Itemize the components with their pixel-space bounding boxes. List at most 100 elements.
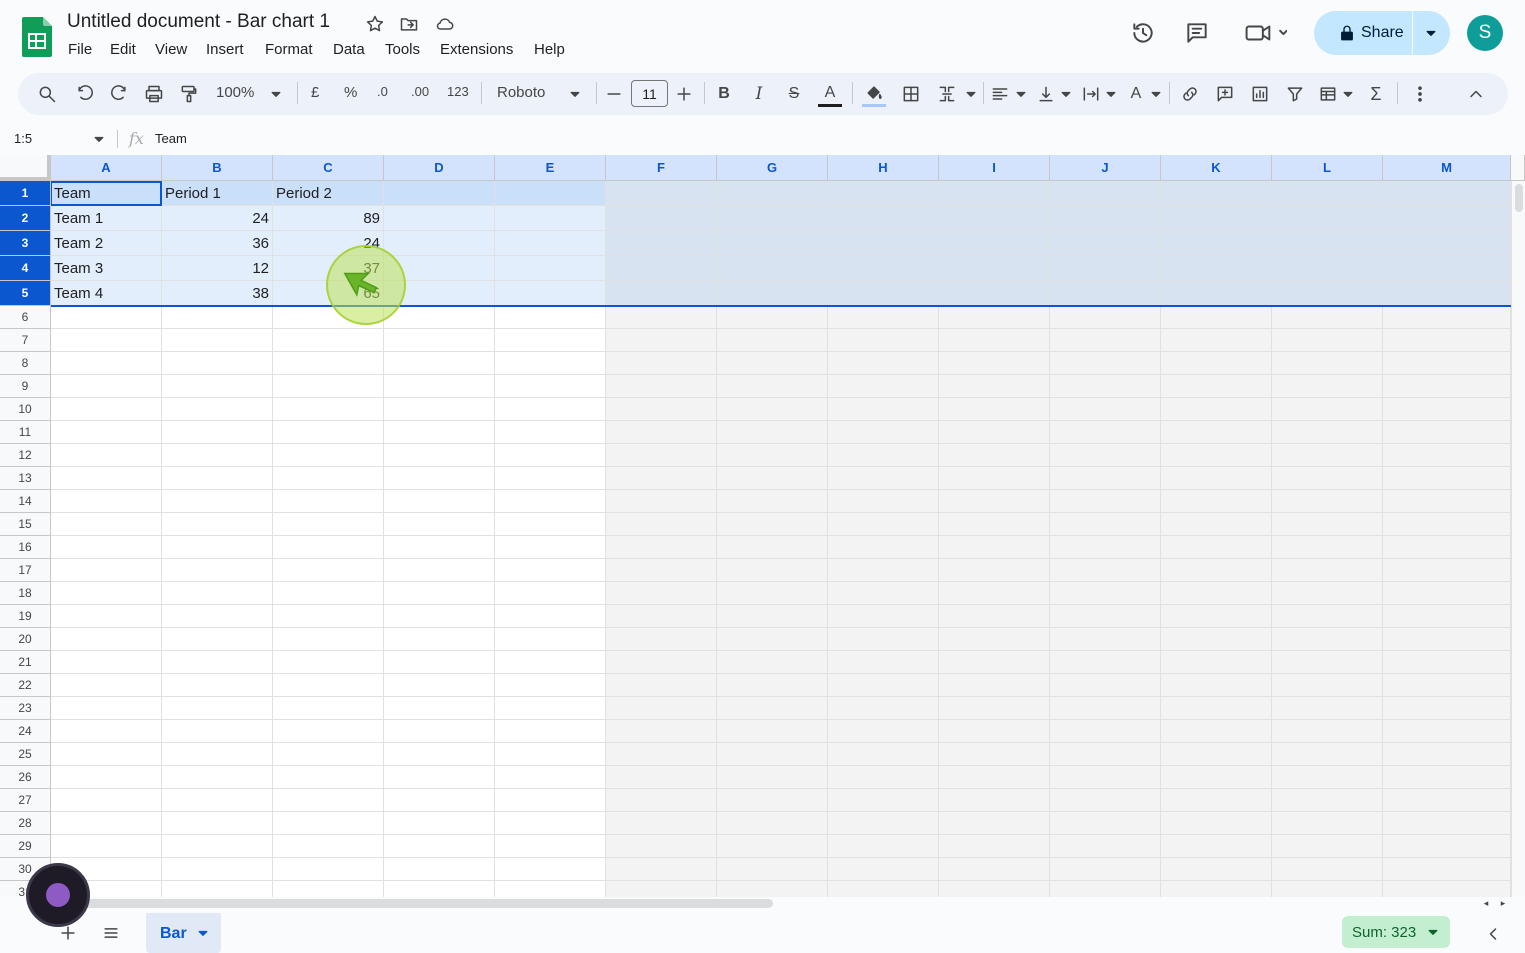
row-header-1[interactable]: 1 [0,181,51,206]
column-header-c[interactable]: C [273,155,384,181]
insert-chart-icon[interactable] [1249,83,1271,105]
column-header-m[interactable]: M [1383,155,1511,181]
percent-format-button[interactable]: % [344,84,357,101]
version-history-icon[interactable] [1129,19,1157,47]
meet-icon[interactable] [1242,19,1288,47]
sheet-tab-bar[interactable]: Bar [146,913,221,953]
cell-b2[interactable]: 24 [162,206,269,231]
scroll-right-icon[interactable]: ▸ [1497,897,1509,909]
column-header-b[interactable]: B [162,155,273,181]
row-header-18[interactable]: 18 [0,582,51,605]
menu-file[interactable]: File [68,41,92,58]
cell-a4[interactable]: Team 3 [54,256,159,281]
row-header-19[interactable]: 19 [0,605,51,628]
row-header-11[interactable]: 11 [0,421,51,444]
insert-comment-icon[interactable] [1214,83,1236,105]
increase-decimal-button[interactable]: .00 [411,84,429,99]
merge-cells-icon[interactable] [936,83,958,105]
undo-icon[interactable] [74,83,96,105]
cell-b5[interactable]: 38 [162,281,269,306]
vertical-scrollbar[interactable] [1511,181,1525,897]
chevron-down-icon[interactable] [1339,84,1357,104]
menu-format[interactable]: Format [265,41,313,58]
fill-color-icon[interactable] [862,81,886,107]
avatar[interactable]: S [1467,15,1503,51]
chevron-down-icon[interactable] [90,130,108,148]
chevron-down-icon[interactable] [1057,84,1075,104]
collapse-menus-icon[interactable] [1465,83,1487,105]
screen-recorder-button[interactable] [26,863,90,927]
row-header-26[interactable]: 26 [0,766,51,789]
decrease-decimal-button[interactable]: .0 [377,84,388,99]
row-header-24[interactable]: 24 [0,720,51,743]
functions-icon[interactable]: Σ [1365,83,1387,105]
menu-help[interactable]: Help [534,41,565,58]
row-header-7[interactable]: 7 [0,329,51,352]
chevron-down-icon[interactable] [962,84,980,104]
column-header-j[interactable]: J [1050,155,1161,181]
cell-b1[interactable]: Period 1 [165,181,270,206]
chevron-down-icon[interactable] [267,84,285,104]
row-header-8[interactable]: 8 [0,352,51,375]
redo-icon[interactable] [108,83,130,105]
cell-b4[interactable]: 12 [162,256,269,281]
menu-view[interactable]: View [155,41,187,58]
chevron-down-icon[interactable] [1147,84,1165,104]
column-header-k[interactable]: K [1161,155,1272,181]
paint-format-icon[interactable] [178,83,200,105]
horizontal-scrollbar[interactable] [60,899,773,908]
search-icon[interactable] [36,83,58,105]
column-header-a[interactable]: A [51,155,162,181]
zoom-select[interactable]: 100% [216,84,254,101]
scroll-left-icon[interactable]: ◂ [1480,897,1492,909]
row-header-6[interactable]: 6 [0,306,51,329]
row-header-14[interactable]: 14 [0,490,51,513]
print-icon[interactable] [143,83,165,105]
chevron-down-icon[interactable] [1102,84,1120,104]
number-format-button[interactable]: 123 [447,84,469,99]
chevron-down-icon[interactable] [1422,23,1440,43]
menu-edit[interactable]: Edit [110,41,136,58]
row-header-20[interactable]: 20 [0,628,51,651]
cell-a2[interactable]: Team 1 [54,206,159,231]
row-header-4[interactable]: 4 [0,256,51,281]
cell-a3[interactable]: Team 2 [54,231,159,256]
cell-c2[interactable]: 89 [273,206,380,231]
font-size-input[interactable]: 11 [631,80,668,107]
row-header-9[interactable]: 9 [0,375,51,398]
vertical-align-icon[interactable] [1035,83,1057,105]
menu-extensions[interactable]: Extensions [440,41,513,58]
more-options-icon[interactable] [1409,83,1431,105]
filter-views-icon[interactable] [1317,83,1339,105]
currency-format-button[interactable]: £ [311,84,319,101]
row-header-3[interactable]: 3 [0,231,51,256]
row-header-15[interactable]: 15 [0,513,51,536]
row-header-22[interactable]: 22 [0,674,51,697]
comments-icon[interactable] [1183,19,1211,47]
star-icon[interactable] [365,14,385,34]
share-button[interactable]: Share [1314,11,1450,55]
row-header-5[interactable]: 5 [0,281,51,306]
minus-icon[interactable] [603,83,625,105]
row-header-2[interactable]: 2 [0,206,51,231]
menu-insert[interactable]: Insert [206,41,244,58]
column-header-f[interactable]: F [606,155,717,181]
chevron-down-icon[interactable] [194,924,212,942]
bold-icon[interactable]: B [713,83,735,105]
row-header-13[interactable]: 13 [0,467,51,490]
menu-tools[interactable]: Tools [385,41,420,58]
row-header-27[interactable]: 27 [0,789,51,812]
row-header-17[interactable]: 17 [0,559,51,582]
strikethrough-icon[interactable]: S [783,83,805,105]
spreadsheet-grid[interactable]: A B C D E F G H I J K L M 1 2 3 4 5 6 7 8 9 10 11 12 13 14 15 16 17 18… [0,155,1525,897]
row-header-16[interactable]: 16 [0,536,51,559]
formula-input[interactable]: Team [155,131,187,146]
cell-a1[interactable]: Team [54,181,159,206]
sheets-logo-icon[interactable] [22,17,52,57]
insert-link-icon[interactable] [1179,83,1201,105]
column-header-i[interactable]: I [939,155,1050,181]
row-header-12[interactable]: 12 [0,444,51,467]
column-header-d[interactable]: D [384,155,495,181]
font-select[interactable]: Roboto [497,84,545,101]
cell-c1[interactable]: Period 2 [276,181,381,206]
